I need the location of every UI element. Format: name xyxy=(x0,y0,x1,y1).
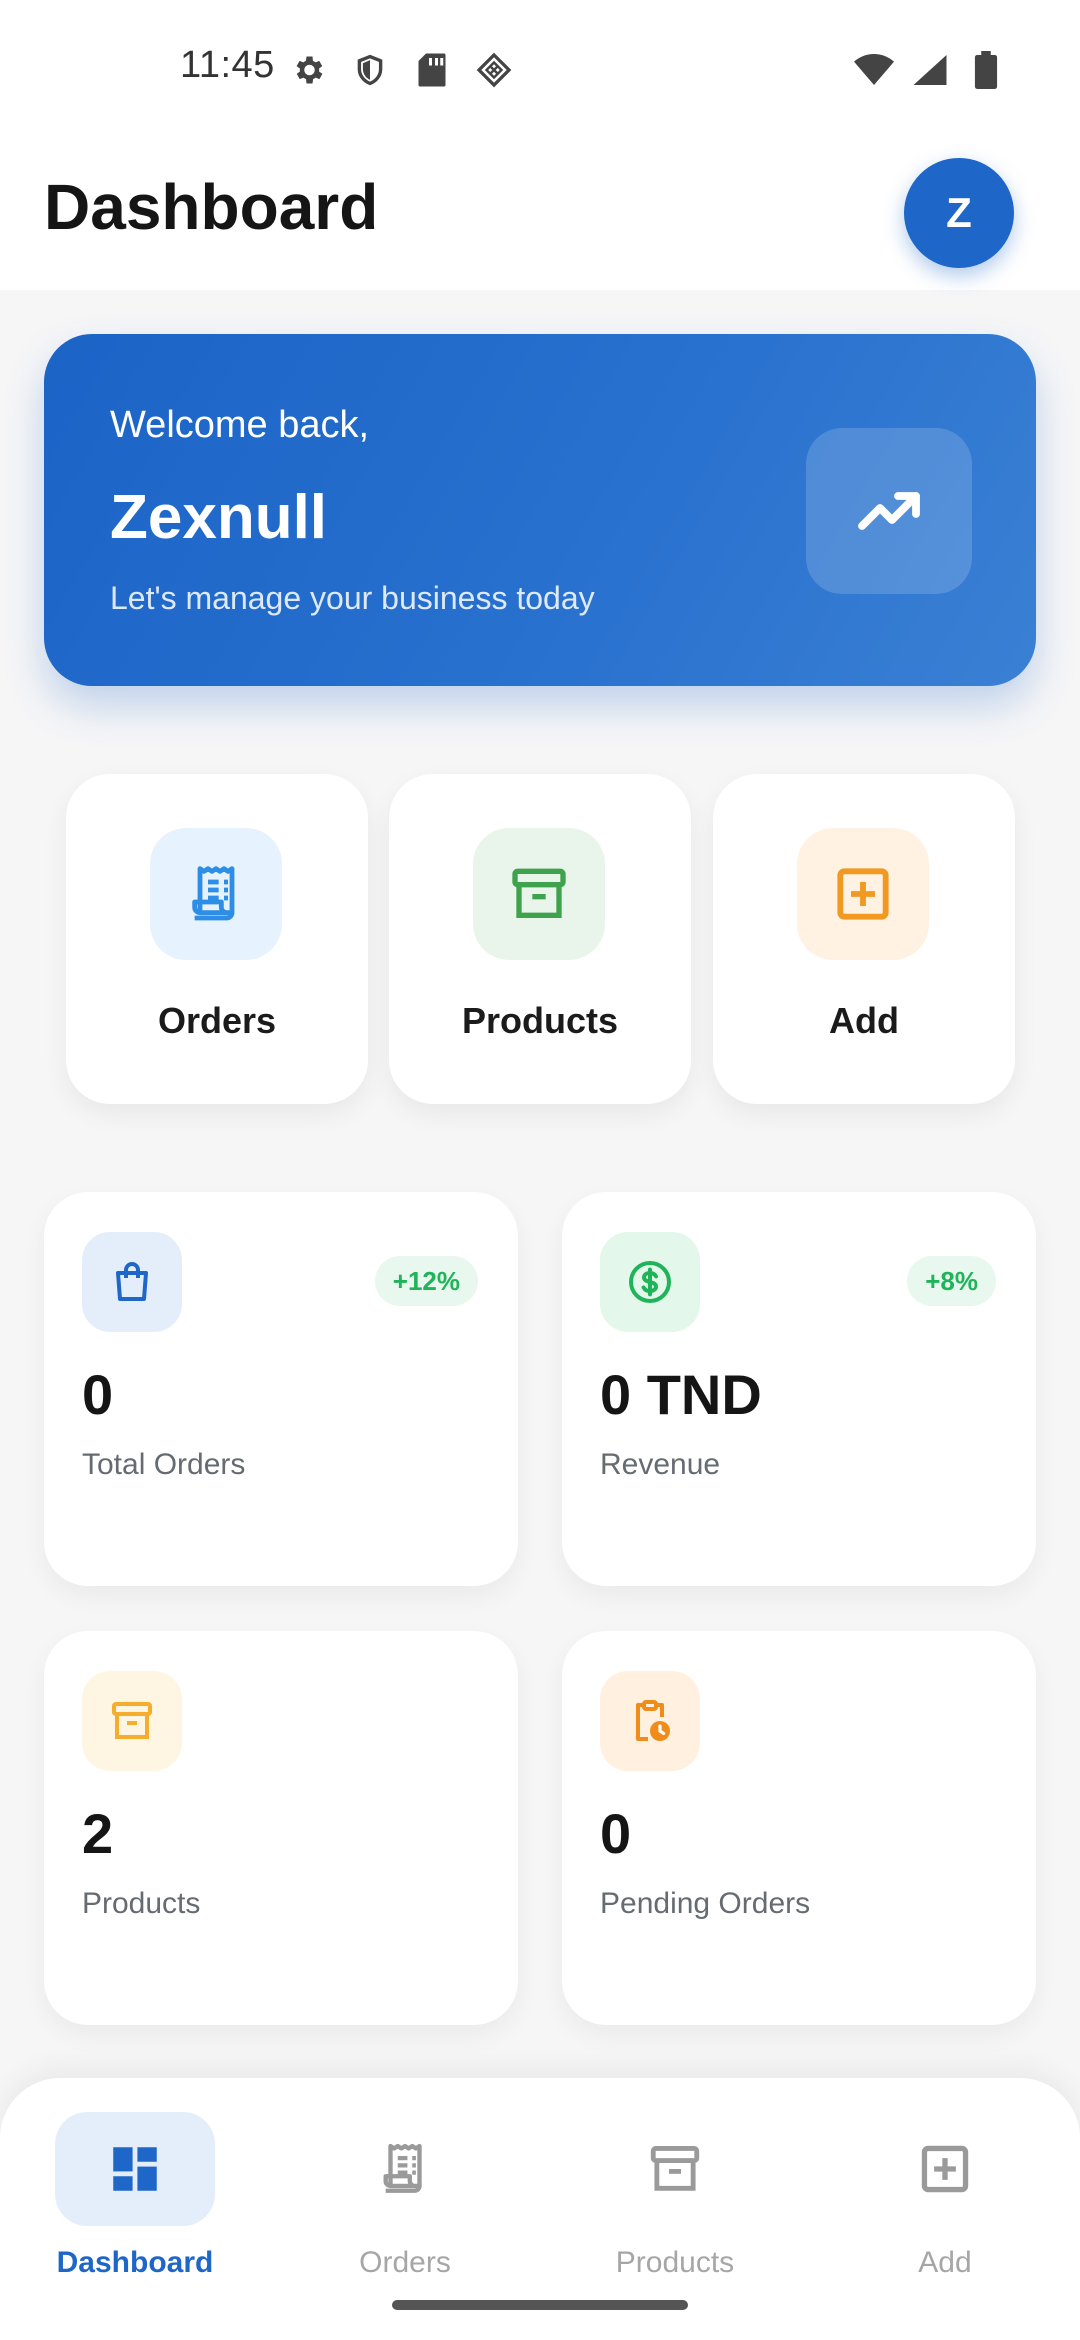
cell-signal-icon xyxy=(910,50,950,90)
quick-action-products-label: Products xyxy=(461,1000,619,1041)
stat-value: 0 xyxy=(82,1363,114,1426)
add-box-icon xyxy=(865,2112,1025,2226)
welcome-greeting: Welcome back, xyxy=(110,404,370,446)
stat-card-revenue[interactable]: +8% 0 TND Revenue xyxy=(562,1192,1036,1586)
stat-value: 0 TND xyxy=(600,1363,762,1426)
battery-icon xyxy=(966,50,1006,90)
quick-action-orders[interactable]: Orders xyxy=(66,774,368,1104)
nav-item-dashboard[interactable]: Dashboard xyxy=(0,2096,270,2296)
dashboard-grid-icon xyxy=(55,2112,215,2226)
page-title: Dashboard xyxy=(44,171,379,243)
settings-gear-icon xyxy=(288,50,328,90)
stat-card-products[interactable]: 2 Products xyxy=(44,1631,518,2025)
nav-item-orders[interactable]: Orders xyxy=(270,2096,540,2296)
archive-box-icon xyxy=(595,2112,755,2226)
archive-box-icon xyxy=(82,1671,182,1771)
nav-item-add[interactable]: Add xyxy=(810,2096,1080,2296)
trend-badge: +8% xyxy=(907,1256,996,1306)
stat-value: 2 xyxy=(82,1802,114,1865)
stat-label: Pending Orders xyxy=(600,1887,811,1920)
status-bar: 11:45 xyxy=(0,0,1080,140)
avatar[interactable]: Z xyxy=(904,158,1014,268)
sd-card-icon xyxy=(412,50,452,90)
receipt-icon xyxy=(150,828,282,960)
receipt-icon xyxy=(325,2112,485,2226)
status-time: 11:45 xyxy=(180,44,275,86)
trend-badge: +12% xyxy=(374,1256,478,1306)
quick-action-add-label: Add xyxy=(829,1000,899,1041)
nav-label-add: Add xyxy=(918,2246,972,2279)
welcome-card: Welcome back, Zexnull Let's manage your … xyxy=(44,334,1036,686)
shield-icon xyxy=(350,50,390,90)
welcome-subtitle: Let's manage your business today xyxy=(110,580,595,616)
app-bar: Dashboard Z xyxy=(0,140,1080,290)
stat-value: 0 xyxy=(600,1802,632,1865)
diamond-app-icon xyxy=(474,50,514,90)
clipboard-clock-icon xyxy=(600,1671,700,1771)
quick-action-add[interactable]: Add xyxy=(713,774,1015,1104)
nav-item-products[interactable]: Products xyxy=(540,2096,810,2296)
quick-action-orders-label: Orders xyxy=(157,1000,277,1041)
shopping-bag-icon xyxy=(82,1232,182,1332)
quick-action-products[interactable]: Products xyxy=(389,774,691,1104)
welcome-user-name: Zexnull xyxy=(110,483,328,552)
add-box-icon xyxy=(797,828,929,960)
stat-card-pending-orders[interactable]: 0 Pending Orders xyxy=(562,1631,1036,2025)
stat-label: Products xyxy=(82,1887,201,1920)
nav-label-products: Products xyxy=(615,2246,735,2279)
nav-label-orders: Orders xyxy=(359,2246,451,2279)
stat-card-total-orders[interactable]: +12% 0 Total Orders xyxy=(44,1192,518,1586)
archive-box-icon xyxy=(473,828,605,960)
home-indicator[interactable] xyxy=(392,2300,688,2310)
dollar-circle-icon xyxy=(600,1232,700,1332)
trending-up-icon xyxy=(806,428,972,594)
nav-label-dashboard: Dashboard xyxy=(56,2246,214,2279)
wifi-icon xyxy=(854,50,894,90)
stat-label: Total Orders xyxy=(82,1448,246,1481)
stat-label: Revenue xyxy=(600,1448,721,1481)
